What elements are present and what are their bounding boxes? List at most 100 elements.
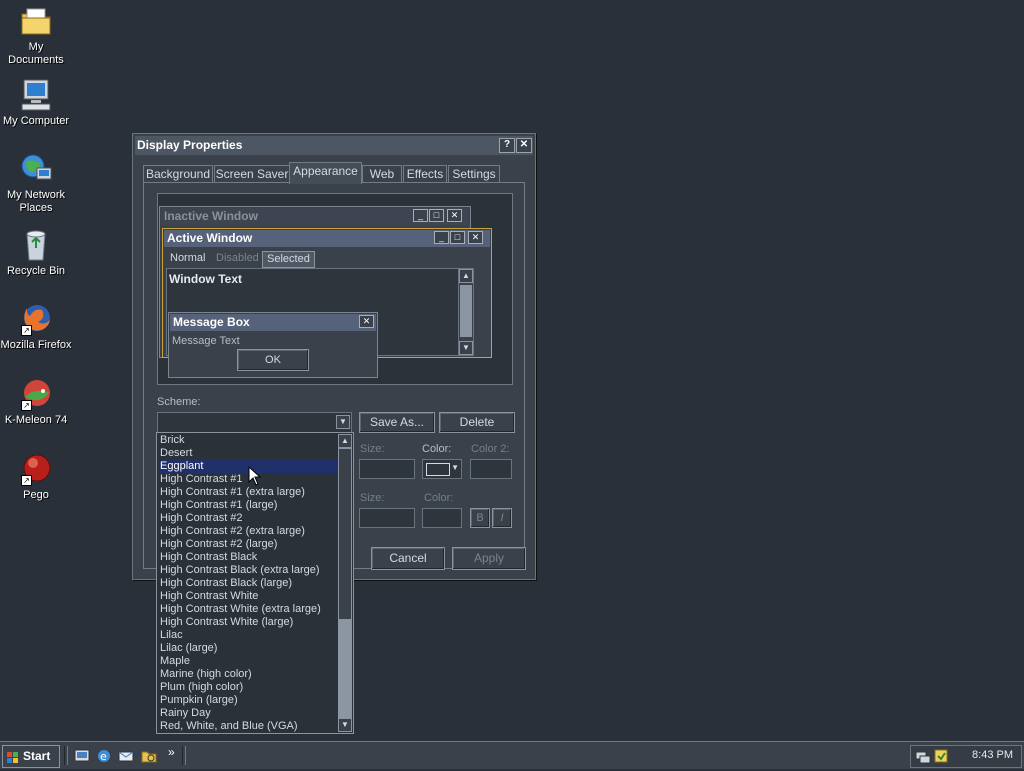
desktop-icon-k-meleon[interactable]: ↗ K-Meleon 74 — [0, 377, 72, 427]
preview-ok-button: OK — [237, 349, 309, 371]
scheme-option[interactable]: High Contrast #2 (large) — [159, 538, 338, 551]
preview-scrollbar: ▲ ▼ — [458, 269, 473, 355]
taskbar: Start e » 8:43 PM — [0, 741, 1024, 769]
desktop-icon-label: Recycle Bin — [6, 265, 66, 277]
color-picker[interactable]: ▼ — [422, 459, 462, 479]
chevron-down-icon[interactable]: ▼ — [336, 415, 350, 429]
scheme-option[interactable]: Lilac (large) — [159, 642, 338, 655]
font-color-picker[interactable] — [422, 508, 462, 528]
minimize-icon: _ — [434, 231, 449, 244]
folder-icon — [19, 4, 53, 38]
chevron-down-icon: ▼ — [451, 463, 459, 472]
scheme-option[interactable]: High Contrast Black (extra large) — [159, 564, 338, 577]
apply-button[interactable]: Apply — [452, 547, 526, 570]
taskbar-separator — [64, 746, 68, 765]
scroll-track — [460, 285, 472, 337]
mouse-cursor-icon — [248, 466, 262, 486]
menu-normal: Normal — [170, 252, 206, 264]
desktop-icon-label: My Documents — [8, 41, 64, 66]
tab-background[interactable]: Background — [143, 165, 213, 183]
scheme-option[interactable]: Marine (high color) — [159, 668, 338, 681]
scheme-option[interactable]: Lilac — [159, 629, 338, 642]
system-tray: 8:43 PM — [910, 745, 1022, 768]
dialog-titlebar[interactable]: Display Properties ? ✕ — [135, 136, 533, 155]
show-desktop-icon[interactable] — [74, 748, 90, 764]
desktop-icon-mozilla-firefox[interactable]: ↗ Mozilla Firefox — [0, 302, 72, 352]
scheme-option[interactable]: High Contrast #1 (large) — [159, 499, 338, 512]
start-button[interactable]: Start — [2, 745, 60, 768]
desktop-icon-recycle-bin[interactable]: Recycle Bin — [0, 228, 72, 278]
close-button[interactable]: ✕ — [516, 138, 532, 153]
tab-screen-saver[interactable]: Screen Saver — [214, 165, 290, 183]
scheme-option[interactable]: Desert — [159, 447, 338, 460]
tab-effects[interactable]: Effects — [403, 165, 447, 183]
clock[interactable]: 8:43 PM — [972, 749, 1013, 761]
desktop-icon-pego[interactable]: ↗ Pego — [0, 452, 72, 502]
maximize-icon: □ — [429, 209, 444, 222]
size-label: Size: — [360, 443, 385, 455]
scheme-option[interactable]: Rainy Day — [159, 707, 338, 720]
message-box-title: Message Box — [170, 314, 376, 331]
tab-settings[interactable]: Settings — [448, 165, 500, 183]
cancel-button[interactable]: Cancel — [371, 547, 445, 570]
dialog-title: Display Properties — [137, 138, 243, 152]
desktop-icon-label: My Network Places — [6, 189, 66, 214]
scheme-option[interactable]: High Contrast Black (large) — [159, 577, 338, 590]
network-tray-icon[interactable] — [915, 748, 931, 764]
recycle-bin-icon — [19, 228, 53, 262]
color-swatch — [426, 463, 450, 476]
scheme-option[interactable]: Pumpkin (large) — [159, 694, 338, 707]
scroll-up-icon: ▲ — [459, 269, 473, 283]
outlook-express-icon[interactable] — [118, 748, 134, 764]
font-size-select[interactable] — [359, 508, 415, 528]
desktop-icon-my-computer[interactable]: My Computer — [0, 78, 72, 128]
preview-menu-bar: Normal Disabled Selected — [164, 249, 490, 268]
shortcut-arrow-icon: ↗ — [21, 325, 32, 336]
italic-button[interactable]: I — [492, 508, 512, 528]
taskbar-separator — [182, 746, 186, 765]
font-size-label: Size: — [360, 492, 385, 504]
quick-launch-more[interactable]: » — [168, 745, 175, 759]
scheme-option[interactable]: Red, White, and Blue (VGA) — [159, 720, 338, 733]
update-tray-icon[interactable] — [933, 748, 949, 764]
desktop-icon-label: Pego — [23, 489, 49, 501]
scheme-option[interactable]: High Contrast #2 (extra large) — [159, 525, 338, 538]
desktop-icon-my-network-places[interactable]: My Network Places — [0, 152, 72, 215]
scheme-option[interactable]: Brick — [159, 434, 338, 447]
message-box-preview: Message Box ✕ Message Text OK — [168, 312, 378, 378]
save-as-button[interactable]: Save As... — [359, 412, 435, 433]
network-icon — [19, 152, 53, 186]
scheme-option[interactable]: High Contrast #2 — [159, 512, 338, 525]
menu-disabled: Disabled — [216, 252, 259, 264]
delete-button[interactable]: Delete — [439, 412, 515, 433]
desktop-icon-label: My Computer — [2, 115, 70, 127]
help-button[interactable]: ? — [499, 138, 515, 153]
desktop-icon-my-documents[interactable]: My Documents — [0, 4, 72, 67]
scheme-select[interactable]: ▼ — [157, 412, 352, 433]
explorer-icon[interactable] — [141, 748, 157, 764]
scroll-thumb[interactable] — [338, 448, 352, 620]
scheme-option[interactable]: High Contrast White — [159, 590, 338, 603]
scroll-up-icon[interactable]: ▲ — [338, 434, 352, 448]
bold-button[interactable]: B — [470, 508, 490, 528]
color-label: Color: — [422, 443, 452, 455]
font-color-label: Color: — [424, 492, 454, 504]
scheme-option[interactable]: High Contrast White (extra large) — [159, 603, 338, 616]
tab-appearance[interactable]: Appearance — [289, 162, 362, 184]
internet-explorer-icon[interactable]: e — [96, 748, 112, 764]
dropdown-scrollbar[interactable]: ▲ ▼ — [338, 434, 352, 732]
scheme-option[interactable]: High Contrast Black — [159, 551, 338, 564]
desktop-icon-label: K-Meleon 74 — [4, 414, 68, 426]
desktop-icon-label: Mozilla Firefox — [0, 339, 72, 351]
scheme-option[interactable]: High Contrast #1 (extra large) — [159, 486, 338, 499]
scroll-down-icon[interactable]: ▼ — [338, 718, 352, 732]
color2-picker[interactable] — [470, 459, 512, 479]
scheme-option[interactable]: Plum (high color) — [159, 681, 338, 694]
scheme-option[interactable]: Maple — [159, 655, 338, 668]
close-icon: ✕ — [468, 231, 483, 244]
appearance-preview[interactable]: Inactive Window _ □ ✕ Active Window _ □ … — [157, 193, 513, 385]
scheme-option[interactable]: High Contrast White (large) — [159, 616, 338, 629]
pego-icon: ↗ — [19, 452, 53, 486]
tab-web[interactable]: Web — [362, 165, 402, 183]
size-spinner[interactable] — [359, 459, 415, 479]
